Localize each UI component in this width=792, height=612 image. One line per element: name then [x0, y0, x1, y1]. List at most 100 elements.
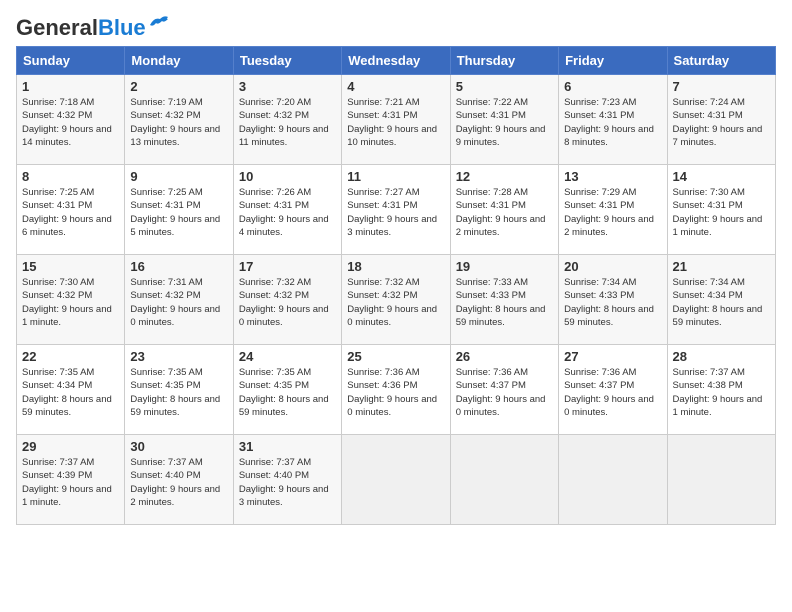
day-info: Sunrise: 7:37 AMSunset: 4:40 PMDaylight:…	[239, 457, 329, 508]
day-info: Sunrise: 7:36 AMSunset: 4:37 PMDaylight:…	[456, 367, 546, 418]
day-number: 4	[347, 79, 444, 94]
day-header-thursday: Thursday	[450, 47, 558, 75]
day-number: 9	[130, 169, 227, 184]
day-number: 2	[130, 79, 227, 94]
day-number: 24	[239, 349, 336, 364]
calendar-cell: 14 Sunrise: 7:30 AMSunset: 4:31 PMDaylig…	[667, 165, 775, 255]
day-info: Sunrise: 7:22 AMSunset: 4:31 PMDaylight:…	[456, 97, 546, 148]
calendar-cell: 8 Sunrise: 7:25 AMSunset: 4:31 PMDayligh…	[17, 165, 125, 255]
calendar-cell: 1 Sunrise: 7:18 AMSunset: 4:32 PMDayligh…	[17, 75, 125, 165]
day-header-monday: Monday	[125, 47, 233, 75]
day-info: Sunrise: 7:35 AMSunset: 4:35 PMDaylight:…	[130, 367, 220, 418]
day-number: 25	[347, 349, 444, 364]
day-number: 3	[239, 79, 336, 94]
day-info: Sunrise: 7:37 AMSunset: 4:39 PMDaylight:…	[22, 457, 112, 508]
calendar-cell: 27 Sunrise: 7:36 AMSunset: 4:37 PMDaylig…	[559, 345, 667, 435]
day-number: 21	[673, 259, 770, 274]
day-number: 8	[22, 169, 119, 184]
calendar-cell: 18 Sunrise: 7:32 AMSunset: 4:32 PMDaylig…	[342, 255, 450, 345]
day-number: 6	[564, 79, 661, 94]
calendar-cell: 21 Sunrise: 7:34 AMSunset: 4:34 PMDaylig…	[667, 255, 775, 345]
day-number: 20	[564, 259, 661, 274]
day-number: 29	[22, 439, 119, 454]
day-info: Sunrise: 7:37 AMSunset: 4:40 PMDaylight:…	[130, 457, 220, 508]
calendar-cell: 6 Sunrise: 7:23 AMSunset: 4:31 PMDayligh…	[559, 75, 667, 165]
day-info: Sunrise: 7:26 AMSunset: 4:31 PMDaylight:…	[239, 187, 329, 238]
calendar-cell: 29 Sunrise: 7:37 AMSunset: 4:39 PMDaylig…	[17, 435, 125, 525]
logo: GeneralBlue	[16, 16, 170, 40]
day-info: Sunrise: 7:36 AMSunset: 4:37 PMDaylight:…	[564, 367, 654, 418]
calendar-cell: 4 Sunrise: 7:21 AMSunset: 4:31 PMDayligh…	[342, 75, 450, 165]
day-info: Sunrise: 7:20 AMSunset: 4:32 PMDaylight:…	[239, 97, 329, 148]
calendar-cell: 16 Sunrise: 7:31 AMSunset: 4:32 PMDaylig…	[125, 255, 233, 345]
day-info: Sunrise: 7:31 AMSunset: 4:32 PMDaylight:…	[130, 277, 220, 328]
day-info: Sunrise: 7:25 AMSunset: 4:31 PMDaylight:…	[130, 187, 220, 238]
day-number: 27	[564, 349, 661, 364]
calendar-cell: 2 Sunrise: 7:19 AMSunset: 4:32 PMDayligh…	[125, 75, 233, 165]
day-number: 13	[564, 169, 661, 184]
day-info: Sunrise: 7:36 AMSunset: 4:36 PMDaylight:…	[347, 367, 437, 418]
calendar-cell	[559, 435, 667, 525]
day-info: Sunrise: 7:21 AMSunset: 4:31 PMDaylight:…	[347, 97, 437, 148]
day-info: Sunrise: 7:18 AMSunset: 4:32 PMDaylight:…	[22, 97, 112, 148]
day-number: 7	[673, 79, 770, 94]
calendar-week-1: 1 Sunrise: 7:18 AMSunset: 4:32 PMDayligh…	[17, 75, 776, 165]
day-header-friday: Friday	[559, 47, 667, 75]
day-info: Sunrise: 7:34 AMSunset: 4:33 PMDaylight:…	[564, 277, 654, 328]
calendar-cell: 20 Sunrise: 7:34 AMSunset: 4:33 PMDaylig…	[559, 255, 667, 345]
calendar-cell: 7 Sunrise: 7:24 AMSunset: 4:31 PMDayligh…	[667, 75, 775, 165]
day-info: Sunrise: 7:25 AMSunset: 4:31 PMDaylight:…	[22, 187, 112, 238]
calendar-cell: 17 Sunrise: 7:32 AMSunset: 4:32 PMDaylig…	[233, 255, 341, 345]
calendar-cell	[450, 435, 558, 525]
day-header-tuesday: Tuesday	[233, 47, 341, 75]
day-number: 16	[130, 259, 227, 274]
day-header-sunday: Sunday	[17, 47, 125, 75]
day-number: 11	[347, 169, 444, 184]
logo-text: GeneralBlue	[16, 16, 146, 40]
day-number: 22	[22, 349, 119, 364]
day-number: 12	[456, 169, 553, 184]
day-number: 31	[239, 439, 336, 454]
day-number: 28	[673, 349, 770, 364]
calendar-cell: 31 Sunrise: 7:37 AMSunset: 4:40 PMDaylig…	[233, 435, 341, 525]
calendar-cell	[667, 435, 775, 525]
calendar-header-row: SundayMondayTuesdayWednesdayThursdayFrid…	[17, 47, 776, 75]
calendar-cell: 5 Sunrise: 7:22 AMSunset: 4:31 PMDayligh…	[450, 75, 558, 165]
day-number: 23	[130, 349, 227, 364]
calendar-table: SundayMondayTuesdayWednesdayThursdayFrid…	[16, 46, 776, 525]
day-number: 17	[239, 259, 336, 274]
day-info: Sunrise: 7:29 AMSunset: 4:31 PMDaylight:…	[564, 187, 654, 238]
day-number: 18	[347, 259, 444, 274]
day-info: Sunrise: 7:34 AMSunset: 4:34 PMDaylight:…	[673, 277, 763, 328]
day-number: 19	[456, 259, 553, 274]
day-info: Sunrise: 7:28 AMSunset: 4:31 PMDaylight:…	[456, 187, 546, 238]
day-number: 26	[456, 349, 553, 364]
calendar-cell: 25 Sunrise: 7:36 AMSunset: 4:36 PMDaylig…	[342, 345, 450, 435]
calendar-cell: 19 Sunrise: 7:33 AMSunset: 4:33 PMDaylig…	[450, 255, 558, 345]
calendar-week-5: 29 Sunrise: 7:37 AMSunset: 4:39 PMDaylig…	[17, 435, 776, 525]
day-info: Sunrise: 7:23 AMSunset: 4:31 PMDaylight:…	[564, 97, 654, 148]
calendar-week-3: 15 Sunrise: 7:30 AMSunset: 4:32 PMDaylig…	[17, 255, 776, 345]
calendar-cell: 11 Sunrise: 7:27 AMSunset: 4:31 PMDaylig…	[342, 165, 450, 255]
calendar-cell: 30 Sunrise: 7:37 AMSunset: 4:40 PMDaylig…	[125, 435, 233, 525]
calendar-cell: 9 Sunrise: 7:25 AMSunset: 4:31 PMDayligh…	[125, 165, 233, 255]
calendar-cell	[342, 435, 450, 525]
calendar-week-4: 22 Sunrise: 7:35 AMSunset: 4:34 PMDaylig…	[17, 345, 776, 435]
calendar-cell: 24 Sunrise: 7:35 AMSunset: 4:35 PMDaylig…	[233, 345, 341, 435]
day-number: 14	[673, 169, 770, 184]
day-number: 30	[130, 439, 227, 454]
calendar-cell: 3 Sunrise: 7:20 AMSunset: 4:32 PMDayligh…	[233, 75, 341, 165]
calendar-cell: 10 Sunrise: 7:26 AMSunset: 4:31 PMDaylig…	[233, 165, 341, 255]
calendar-cell: 23 Sunrise: 7:35 AMSunset: 4:35 PMDaylig…	[125, 345, 233, 435]
day-info: Sunrise: 7:24 AMSunset: 4:31 PMDaylight:…	[673, 97, 763, 148]
calendar-cell: 12 Sunrise: 7:28 AMSunset: 4:31 PMDaylig…	[450, 165, 558, 255]
day-header-saturday: Saturday	[667, 47, 775, 75]
day-info: Sunrise: 7:32 AMSunset: 4:32 PMDaylight:…	[239, 277, 329, 328]
calendar-cell: 15 Sunrise: 7:30 AMSunset: 4:32 PMDaylig…	[17, 255, 125, 345]
day-number: 5	[456, 79, 553, 94]
day-number: 10	[239, 169, 336, 184]
day-info: Sunrise: 7:19 AMSunset: 4:32 PMDaylight:…	[130, 97, 220, 148]
calendar-cell: 22 Sunrise: 7:35 AMSunset: 4:34 PMDaylig…	[17, 345, 125, 435]
day-number: 15	[22, 259, 119, 274]
day-number: 1	[22, 79, 119, 94]
